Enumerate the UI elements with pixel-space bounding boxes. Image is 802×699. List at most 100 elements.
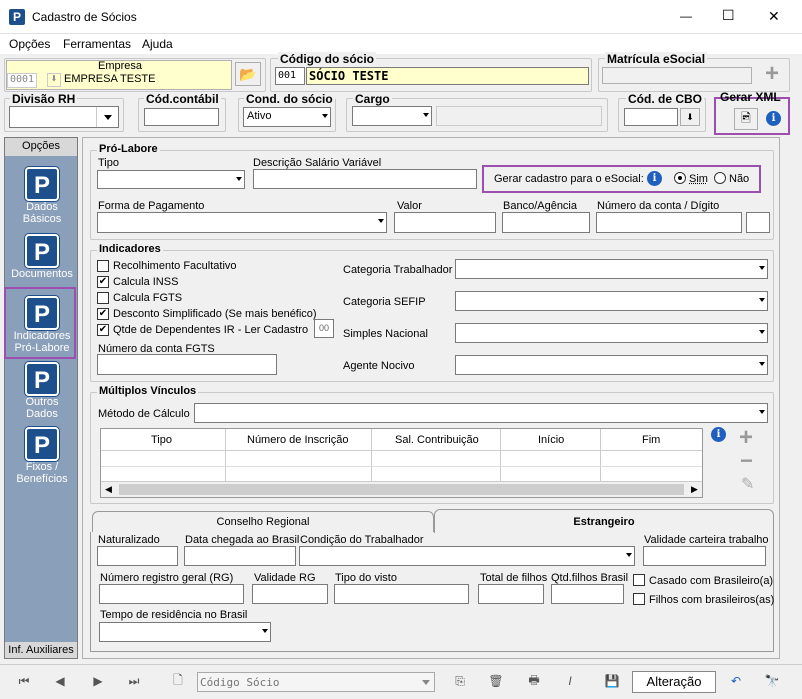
- cbo-search-button[interactable]: ⬇: [680, 108, 700, 126]
- close-button[interactable]: ✕: [768, 8, 780, 25]
- tab-conselho-regional[interactable]: Conselho Regional: [92, 511, 434, 532]
- rg-field[interactable]: [99, 584, 244, 604]
- sidebar-item-documentos[interactable]: P Documentos: [4, 234, 80, 280]
- sidebar-footer-inf-auxiliares[interactable]: Inf. Auxiliares: [5, 642, 77, 658]
- empresa-name-field[interactable]: EMPRESA TESTE: [62, 73, 230, 88]
- menu-ajuda[interactable]: Ajuda: [142, 37, 173, 51]
- sidebar-item-fixos[interactable]: P Fixos / Benefícios: [4, 427, 80, 485]
- horizontal-scrollbar[interactable]: ◀ ▶: [101, 481, 702, 497]
- undo-icon[interactable]: ↶: [722, 669, 750, 693]
- categoria-trab-select[interactable]: [455, 259, 768, 279]
- new-document-icon[interactable]: 🗋: [164, 669, 192, 693]
- print-icon[interactable]: 🖶: [520, 669, 548, 693]
- banco-field[interactable]: [502, 212, 590, 233]
- record-search-input[interactable]: [198, 673, 408, 691]
- qtde-dependentes-field[interactable]: 00: [314, 319, 334, 338]
- table-row[interactable]: [101, 466, 702, 467]
- menu-opcoes[interactable]: Opções: [9, 37, 50, 51]
- gerar-xml-info-icon[interactable]: i: [766, 111, 781, 126]
- next-record-button[interactable]: ▶: [84, 669, 112, 693]
- prev-record-button[interactable]: ◀: [46, 669, 74, 693]
- matricula-field[interactable]: [602, 67, 752, 84]
- title-bar: P Cadastro de Sócios — ☐ ✕: [0, 0, 802, 34]
- cbo-field[interactable]: [624, 108, 678, 126]
- checkbox-calcula-inss[interactable]: ✔: [97, 276, 109, 288]
- radio-sim-label[interactable]: Sim: [689, 173, 708, 185]
- gerar-esocial-info-icon[interactable]: i: [647, 171, 662, 186]
- delete-icon[interactable]: 🗑: [482, 669, 510, 693]
- codigo-name-field[interactable]: SÓCIO TESTE: [306, 67, 589, 85]
- divisao-field[interactable]: [9, 106, 119, 128]
- scroll-thumb[interactable]: [119, 484, 684, 495]
- bottom-toolbar: ⏮ ◀ ▶ ⏭ 🗋 ⎘ 🗑 🖶 I 💾 Alteração ↶ 🔭: [0, 664, 802, 699]
- edit-vinculo-button[interactable]: ✎: [741, 474, 754, 494]
- last-record-button[interactable]: ⏭: [120, 669, 148, 693]
- tempo-select[interactable]: [99, 622, 271, 642]
- save-icon[interactable]: 💾: [598, 669, 626, 693]
- metodo-select[interactable]: [194, 403, 768, 423]
- radio-nao[interactable]: [714, 172, 726, 184]
- checkbox-desconto-simplificado[interactable]: ✔: [97, 308, 109, 320]
- radio-sim[interactable]: [674, 172, 686, 184]
- forma-select[interactable]: [97, 212, 387, 233]
- remove-vinculo-button[interactable]: −: [740, 448, 753, 474]
- checkbox-recolhimento[interactable]: [97, 260, 109, 272]
- conta-field[interactable]: [596, 212, 742, 233]
- open-folder-button[interactable]: 📂: [235, 62, 261, 86]
- tipo-visto-field[interactable]: [334, 584, 469, 604]
- checkbox-qtde-dependentes[interactable]: ✔: [97, 324, 109, 336]
- col-numero-inscricao[interactable]: Número de Inscrição: [247, 434, 349, 446]
- col-fim[interactable]: Fim: [642, 434, 660, 446]
- data-chegada-field[interactable]: [184, 546, 296, 566]
- multiplos-info-icon[interactable]: i: [711, 427, 726, 442]
- empresa-spin[interactable]: ⬇: [47, 73, 61, 87]
- agente-select[interactable]: [455, 355, 768, 375]
- conta-fgts-field[interactable]: [97, 354, 277, 375]
- descricao-field[interactable]: [253, 169, 477, 189]
- qtd-filhos-field[interactable]: [551, 584, 624, 604]
- empresa-code-field[interactable]: 0001: [7, 73, 37, 88]
- categoria-sefip-select[interactable]: [455, 291, 768, 311]
- chevron-down-icon: [322, 114, 328, 118]
- validade-carteira-field[interactable]: [643, 546, 766, 566]
- italic-icon[interactable]: I: [556, 669, 584, 693]
- radio-nao-label[interactable]: Não: [729, 173, 749, 185]
- divisao-dropdown[interactable]: [96, 107, 118, 127]
- conta-digito-field[interactable]: [746, 212, 770, 233]
- chevron-down-icon: [236, 177, 242, 181]
- simples-select[interactable]: [455, 323, 768, 343]
- codigo-code-field[interactable]: 001: [275, 67, 305, 85]
- scroll-right-icon[interactable]: ▶: [691, 484, 698, 495]
- total-filhos-field[interactable]: [478, 584, 544, 604]
- sidebar-item-dados-basicos[interactable]: P Dados Básicos: [4, 167, 80, 225]
- binoculars-icon[interactable]: 🔭: [758, 669, 786, 693]
- tab-estrangeiro[interactable]: Estrangeiro: [434, 509, 774, 533]
- checkbox-casado[interactable]: [633, 574, 645, 586]
- sidebar-item-outros-dados[interactable]: P Outros Dados: [4, 362, 80, 420]
- naturalizado-field[interactable]: [97, 546, 178, 566]
- first-record-button[interactable]: ⏮: [10, 669, 38, 693]
- menu-ferramentas[interactable]: Ferramentas: [63, 37, 131, 51]
- maximize-button[interactable]: ☐: [722, 7, 735, 24]
- copy-icon[interactable]: ⎘: [446, 669, 474, 693]
- record-search-field[interactable]: [197, 672, 435, 692]
- col-tipo[interactable]: Tipo: [151, 434, 172, 446]
- valor-field[interactable]: [394, 212, 496, 233]
- scroll-left-icon[interactable]: ◀: [105, 484, 112, 495]
- cond-socio-select[interactable]: Ativo: [243, 107, 331, 127]
- condicao-select[interactable]: [299, 546, 635, 566]
- cargo-label: Cargo: [353, 92, 392, 106]
- col-sal-contribuicao[interactable]: Sal. Contribuição: [395, 434, 479, 446]
- multiplos-title: Múltiplos Vínculos: [97, 385, 199, 397]
- sidebar-item-indicadores[interactable]: P Indicadores Pró-Labore: [4, 296, 80, 354]
- minimize-button[interactable]: —: [680, 9, 692, 23]
- validade-rg-field[interactable]: [252, 584, 328, 604]
- checkbox-filhos-brasileiros[interactable]: [633, 593, 645, 605]
- cargo-select[interactable]: [352, 106, 432, 126]
- matricula-add-button[interactable]: +: [760, 60, 784, 87]
- gerar-xml-button[interactable]: 🖻: [734, 108, 758, 130]
- checkbox-calcula-fgts[interactable]: [97, 292, 109, 304]
- tipo-select[interactable]: [97, 170, 245, 189]
- cod-contabil-field[interactable]: [144, 108, 219, 126]
- col-inicio[interactable]: Início: [538, 434, 564, 446]
